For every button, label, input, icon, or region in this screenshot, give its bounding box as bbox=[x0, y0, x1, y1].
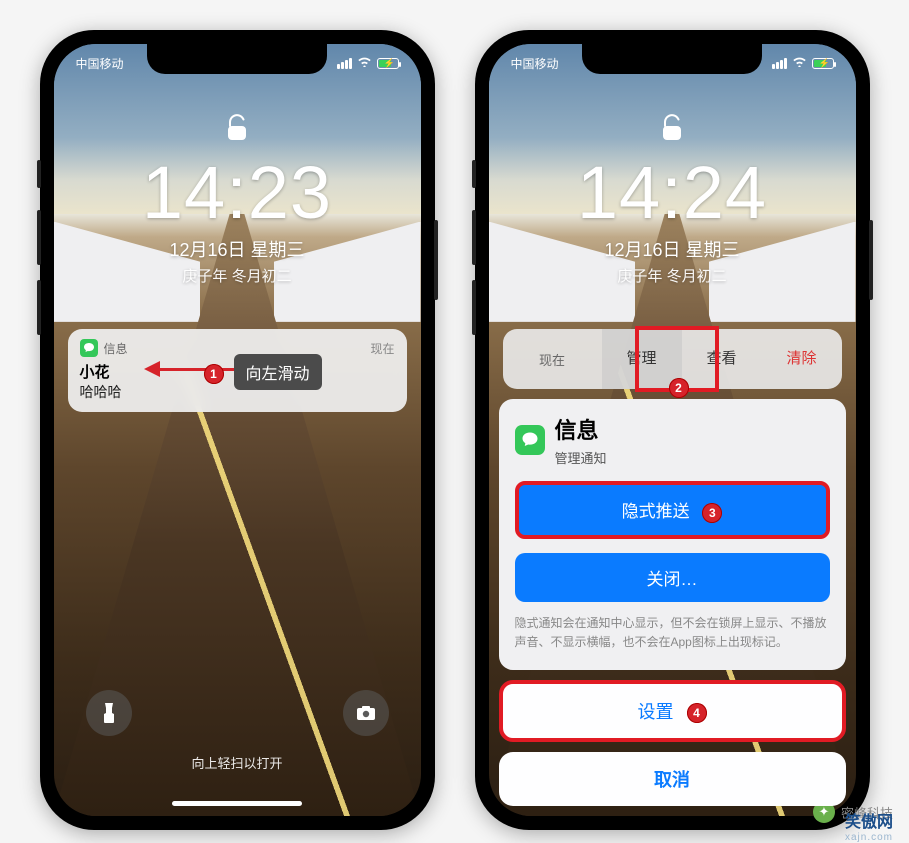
messages-app-icon bbox=[80, 339, 98, 357]
site-brand: 笑傲网 bbox=[845, 814, 893, 831]
status-right: ⚡ bbox=[772, 56, 834, 70]
lunar-date: 庚子年 冬月初二 bbox=[54, 265, 421, 286]
carrier-label: 中国移动 bbox=[511, 55, 559, 72]
volume-up bbox=[37, 210, 41, 265]
power-button bbox=[434, 220, 438, 300]
lock-screen-header: 14:23 12月16日 星期三 庚子年 冬月初二 bbox=[54, 114, 421, 286]
watermark-site: 笑傲网 xajn.com bbox=[845, 808, 893, 843]
battery-icon: ⚡ bbox=[377, 58, 399, 69]
deliver-quietly-label: 隐式推送 bbox=[622, 502, 690, 521]
screen-right: 中国移动 ⚡ 14:24 12月16日 星期三 庚子年 冬月初二 现在 管理 查… bbox=[489, 44, 856, 816]
date: 12月16日 星期三 bbox=[54, 236, 421, 262]
step-badge-3: 3 bbox=[702, 503, 722, 523]
lock-screen-header: 14:24 12月16日 星期三 庚子年 冬月初二 bbox=[489, 114, 856, 286]
phone-frame-right: 中国移动 ⚡ 14:24 12月16日 星期三 庚子年 冬月初二 现在 管理 查… bbox=[475, 30, 870, 830]
unlock-icon bbox=[54, 114, 421, 148]
panel-subtitle: 管理通知 bbox=[555, 448, 607, 467]
wifi-icon bbox=[792, 56, 807, 70]
action-sheet: 信息 管理通知 隐式推送 3 关闭… 隐式通知会在通知中心显示，但不会在锁屏上显… bbox=[499, 399, 846, 806]
strip-now-label: 现在 bbox=[503, 350, 602, 369]
step-badge-4: 4 bbox=[687, 703, 707, 723]
settings-button[interactable]: 设置 4 bbox=[499, 680, 846, 742]
annotation-tooltip: 向左滑动 bbox=[234, 354, 322, 390]
quiet-delivery-note: 隐式通知会在通知中心显示，但不会在锁屏上显示、不播放声音、不显示横幅，也不会在A… bbox=[515, 614, 830, 652]
clock: 14:24 bbox=[489, 156, 856, 230]
panel-app-title: 信息 bbox=[555, 413, 607, 445]
clock: 14:23 bbox=[54, 156, 421, 230]
messages-app-icon bbox=[515, 425, 545, 455]
wifi-icon bbox=[357, 56, 372, 70]
notification-app-name: 信息 bbox=[104, 340, 365, 357]
signal-icon bbox=[337, 58, 352, 69]
notification-time: 现在 bbox=[370, 340, 394, 357]
volume-down bbox=[37, 280, 41, 335]
signal-icon bbox=[772, 58, 787, 69]
turn-off-button[interactable]: 关闭… bbox=[515, 553, 830, 602]
date: 12月16日 星期三 bbox=[489, 236, 856, 262]
volume-down bbox=[472, 280, 476, 335]
clear-button[interactable]: 清除 bbox=[762, 329, 842, 389]
camera-button[interactable] bbox=[343, 690, 389, 736]
settings-label: 设置 bbox=[637, 702, 673, 722]
status-right: ⚡ bbox=[337, 56, 399, 70]
lunar-date: 庚子年 冬月初二 bbox=[489, 265, 856, 286]
flashlight-button[interactable] bbox=[86, 690, 132, 736]
volume-up bbox=[472, 210, 476, 265]
manage-panel: 信息 管理通知 隐式推送 3 关闭… 隐式通知会在通知中心显示，但不会在锁屏上显… bbox=[499, 399, 846, 670]
screen-left: 中国移动 ⚡ 14:23 12月16日 星期三 庚子年 冬月初二 bbox=[54, 44, 421, 816]
step-badge-2: 2 bbox=[669, 378, 689, 398]
swipe-hint: 向上轻扫以打开 bbox=[54, 753, 421, 772]
power-button bbox=[869, 220, 873, 300]
step-badge-1: 1 bbox=[204, 364, 224, 384]
home-indicator[interactable] bbox=[172, 801, 302, 806]
unlock-icon bbox=[489, 114, 856, 148]
mute-switch bbox=[472, 160, 476, 188]
site-domain: xajn.com bbox=[845, 832, 893, 843]
mute-switch bbox=[37, 160, 41, 188]
cancel-button[interactable]: 取消 bbox=[499, 752, 846, 806]
notch bbox=[147, 44, 327, 74]
carrier-label: 中国移动 bbox=[76, 55, 124, 72]
notch bbox=[582, 44, 762, 74]
deliver-quietly-button[interactable]: 隐式推送 3 bbox=[515, 481, 830, 539]
battery-icon: ⚡ bbox=[812, 58, 834, 69]
phone-frame-left: 中国移动 ⚡ 14:23 12月16日 星期三 庚子年 冬月初二 bbox=[40, 30, 435, 830]
